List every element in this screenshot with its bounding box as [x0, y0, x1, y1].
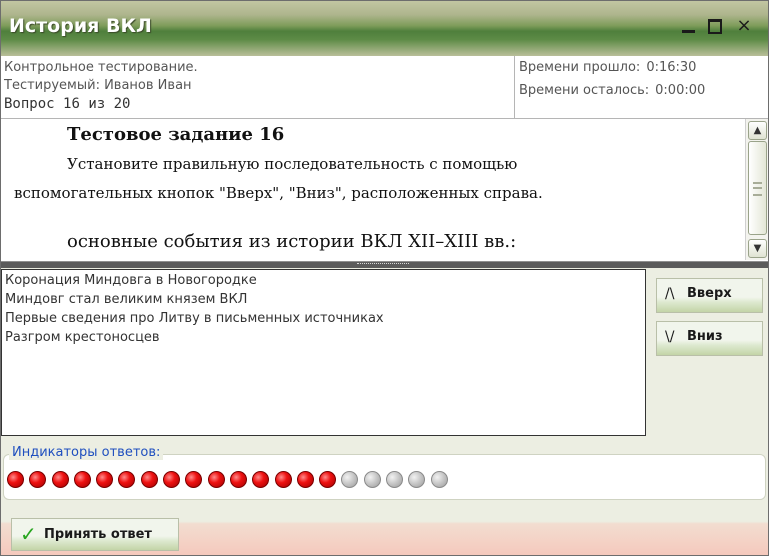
task-scrollbar[interactable]: ▲ ▼ [745, 119, 768, 260]
remaining-time: Времени осталось: 0:00:00 [519, 83, 705, 98]
close-button[interactable]: × [733, 14, 755, 38]
indicator-dot-icon [51, 471, 69, 488]
grip-icon [753, 182, 762, 196]
move-down-button[interactable]: \/ Вниз [656, 321, 763, 356]
test-info-panel: Контрольное тестирование. Тестируемый: И… [1, 56, 515, 119]
question-label: Вопрос [4, 96, 55, 112]
checkmark-icon: ✓ [20, 522, 37, 546]
list-item[interactable]: Разгром крестоносцев [5, 330, 160, 345]
bottom-bar: ✓ Принять ответ [1, 507, 768, 555]
indicator-dot-icon [363, 471, 381, 488]
minimize-icon [682, 30, 695, 33]
remaining-value: 0:00:00 [655, 83, 706, 98]
list-item[interactable]: Первые сведения про Литву в письменных и… [5, 311, 384, 326]
app-window: История ВКЛ × Контрольное тестирование. … [0, 0, 769, 556]
maximize-button[interactable] [703, 14, 725, 38]
indicator-dot-icon [73, 471, 91, 488]
arrow-down-icon: \/ [665, 329, 675, 345]
minimize-button[interactable] [677, 14, 699, 38]
scroll-down-button[interactable]: ▼ [748, 239, 767, 258]
list-item[interactable]: Миндовг стал великим князем ВКЛ [5, 292, 247, 307]
question-of: из [88, 96, 106, 112]
move-down-label: Вниз [687, 329, 723, 344]
timer-panel: Времени прошло: 0:16:30 Времени осталось:… [515, 56, 768, 119]
answer-list[interactable]: Коронация Миндовга в Новогородке Миндовг… [1, 269, 646, 436]
question-total: 20 [113, 96, 131, 112]
indicator-dot-icon [140, 471, 158, 488]
test-name: Контрольное тестирование. [4, 60, 198, 75]
indicator-dot-icon [341, 471, 359, 488]
accept-answer-label: Принять ответ [44, 527, 152, 542]
indicator-dot-icon [207, 471, 225, 488]
arrow-up-icon: /\ [665, 286, 675, 302]
accept-answer-button[interactable]: ✓ Принять ответ [11, 518, 179, 551]
remaining-label: Времени осталось: [519, 83, 650, 98]
examinee-name: Тестируемый: Иванов Иван [4, 78, 192, 93]
task-title: Тестовое задание 16 [67, 124, 285, 145]
question-counter: Вопрос 16 из 20 [4, 96, 130, 112]
indicator-dot-icon [296, 471, 314, 488]
splitter-grip-icon [357, 263, 409, 267]
indicator-dot-icon [430, 471, 448, 488]
indicator-dot-icon [118, 471, 136, 488]
question-number: 16 [63, 96, 80, 112]
indicator-dot-icon [185, 471, 203, 488]
chevron-down-icon: ▼ [753, 243, 762, 254]
scroll-thumb[interactable] [748, 141, 767, 235]
window-title: История ВКЛ [9, 15, 152, 37]
indicator-dot-icon [274, 471, 292, 488]
indicator-dot-icon [252, 471, 270, 488]
move-up-button[interactable]: /\ Вверх [656, 278, 763, 313]
indicator-dot-icon [29, 471, 47, 488]
chevron-up-icon: ▲ [753, 125, 762, 136]
title-bar[interactable]: История ВКЛ × [1, 1, 768, 56]
task-panel: Тестовое задание 16 Установите правильну… [1, 119, 768, 262]
scroll-up-button[interactable]: ▲ [748, 121, 767, 140]
elapsed-label: Времени прошло: [519, 60, 641, 75]
maximize-icon [708, 19, 722, 34]
move-up-label: Вверх [687, 286, 732, 301]
task-instruction-line-2: вспомогательных кнопок "Вверх", "Вниз", … [14, 184, 543, 202]
list-item[interactable]: Коронация Миндовга в Новогородке [5, 273, 257, 288]
indicator-dot-icon [386, 471, 404, 488]
indicator-dot-icon [319, 471, 337, 488]
task-instruction-line-1: Установите правильную последовательность… [67, 155, 518, 173]
indicator-dot-icon [163, 471, 181, 488]
indicator-dot-icon [229, 471, 247, 488]
answer-indicators-label: Индикаторы ответов: [9, 445, 164, 460]
indicator-dot-icon [96, 471, 114, 488]
elapsed-time: Времени прошло: 0:16:30 [519, 60, 696, 75]
elapsed-value: 0:16:30 [646, 60, 697, 75]
answer-indicators [7, 471, 453, 489]
task-subject: основные события из истории ВКЛ XII–XIII… [67, 231, 517, 252]
panel-splitter[interactable] [1, 262, 768, 268]
indicator-dot-icon [7, 471, 24, 488]
indicator-dot-icon [408, 471, 426, 488]
